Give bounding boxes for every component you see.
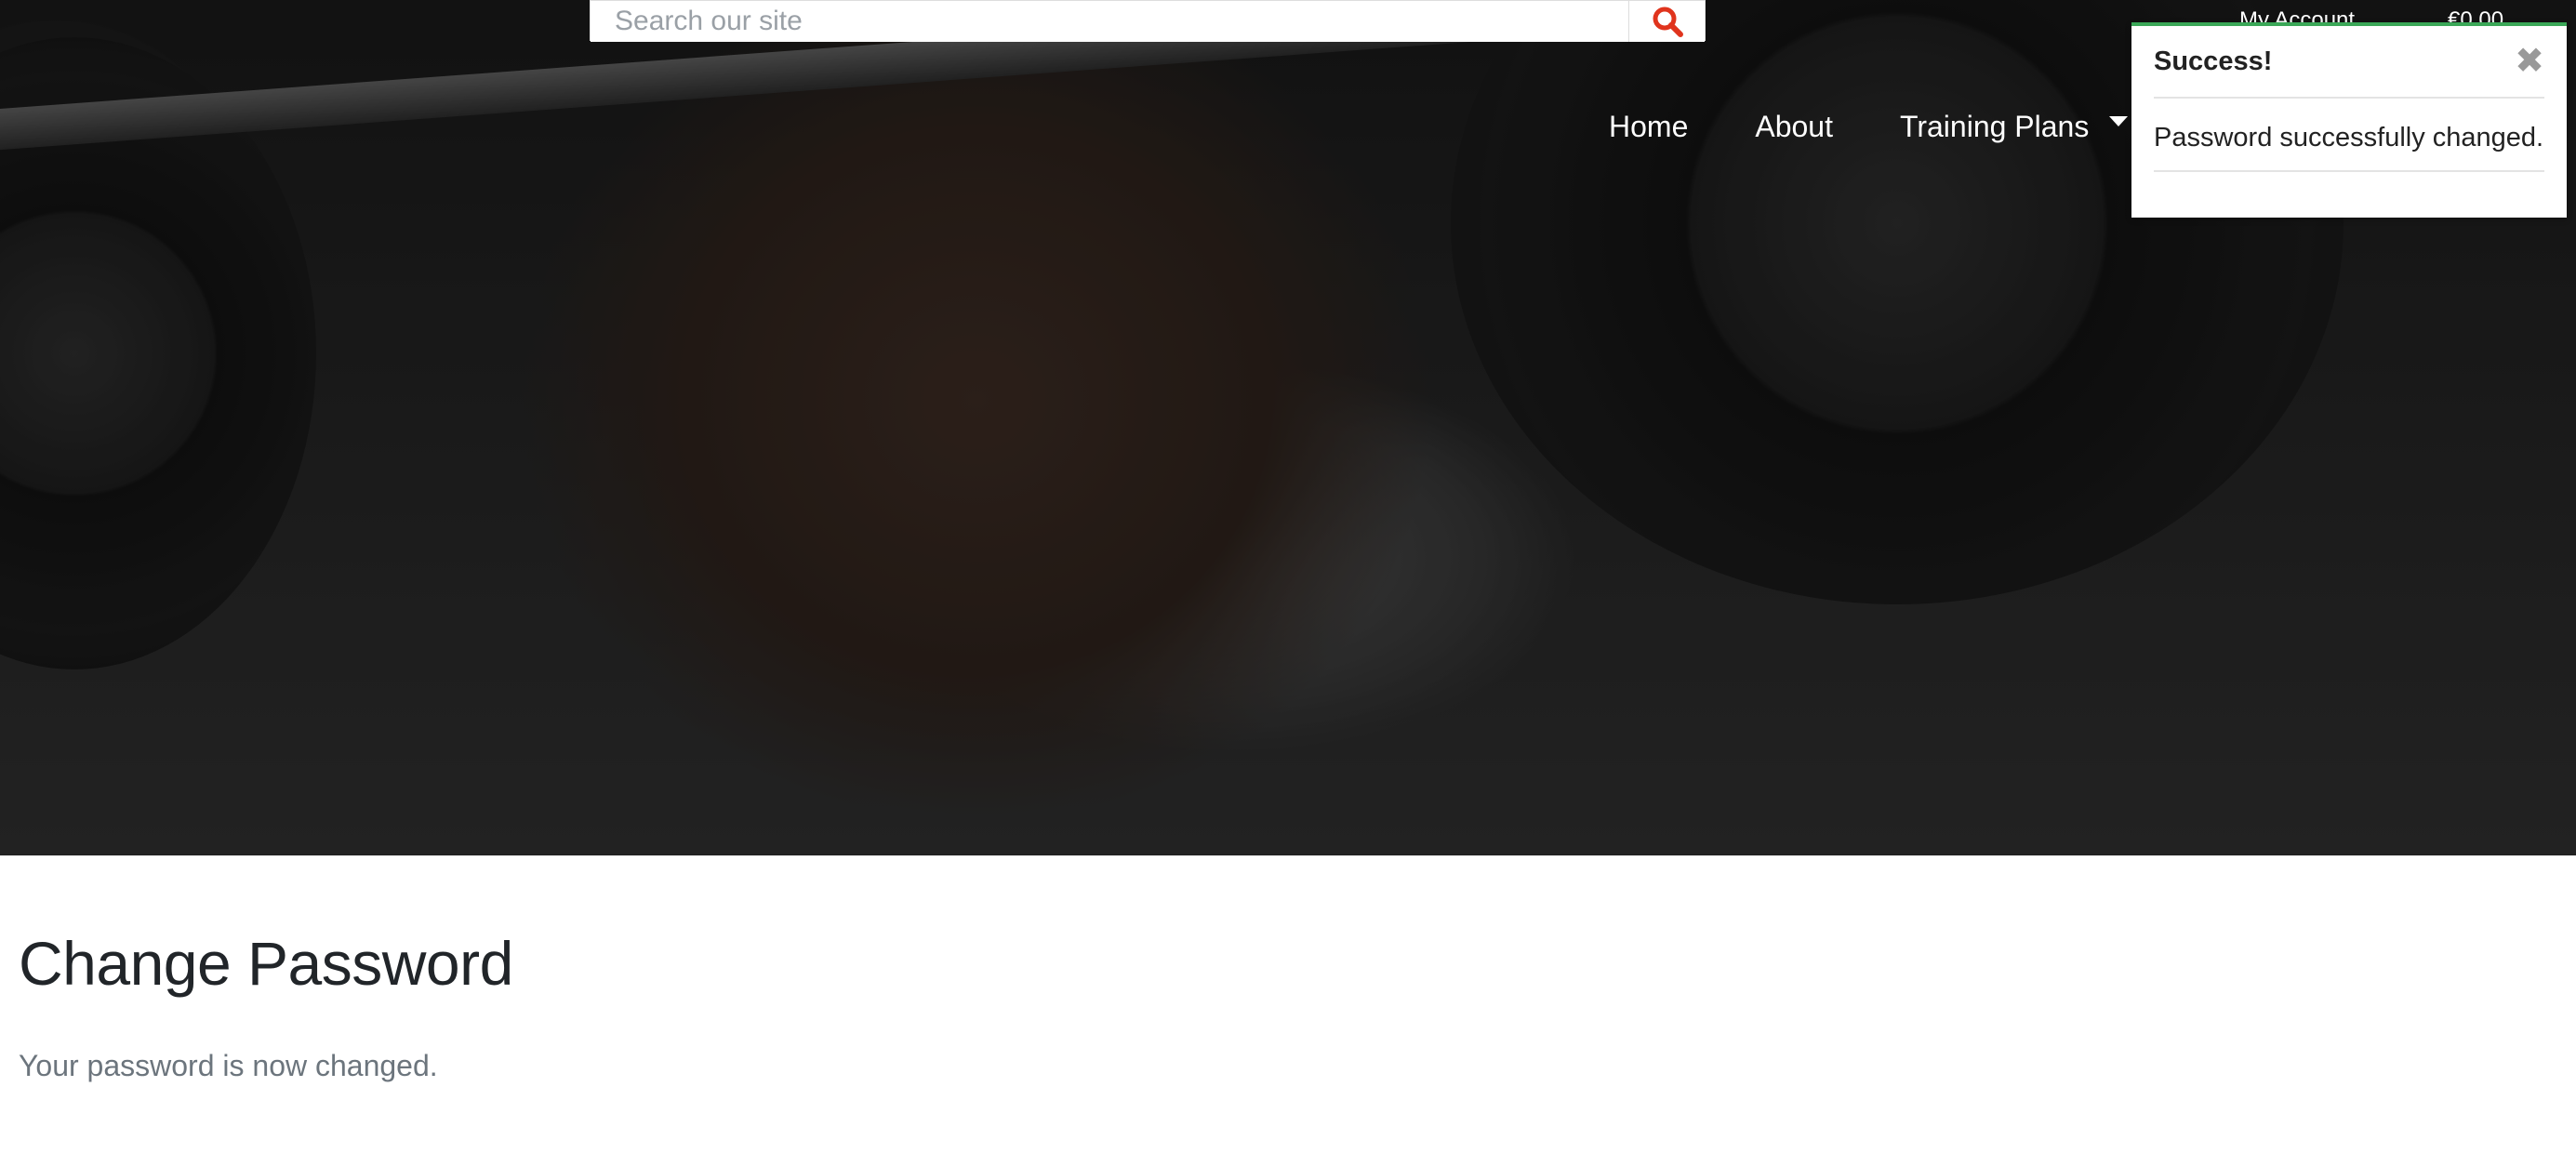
close-icon[interactable]: ✖ [2515, 44, 2544, 79]
nav-item-home[interactable]: Home [1609, 110, 1688, 144]
nav-item-label: About [1755, 110, 1833, 143]
nav-item-about[interactable]: About [1755, 110, 1833, 144]
toast-title: Success! [2154, 46, 2273, 76]
caret-down-icon [2109, 116, 2129, 126]
search-bar [590, 0, 1706, 42]
main-nav: Home About Training Plans [1609, 110, 2129, 144]
nav-item-label: Home [1609, 110, 1689, 143]
search-input[interactable] [591, 1, 1628, 42]
status-message: Your password is now changed. [19, 1049, 438, 1082]
nav-item-label: Training Plans [1899, 110, 2090, 143]
search-icon [1653, 7, 1683, 37]
nav-item-training-plans[interactable]: Training Plans [1899, 110, 2129, 144]
toast-header: Success! ✖ [2154, 26, 2544, 99]
page-title: Change Password [19, 929, 513, 998]
toast-message: Password successfully changed. [2154, 99, 2544, 172]
success-toast: Success! ✖ Password successfully changed… [2131, 22, 2567, 218]
search-button[interactable] [1628, 1, 1705, 42]
